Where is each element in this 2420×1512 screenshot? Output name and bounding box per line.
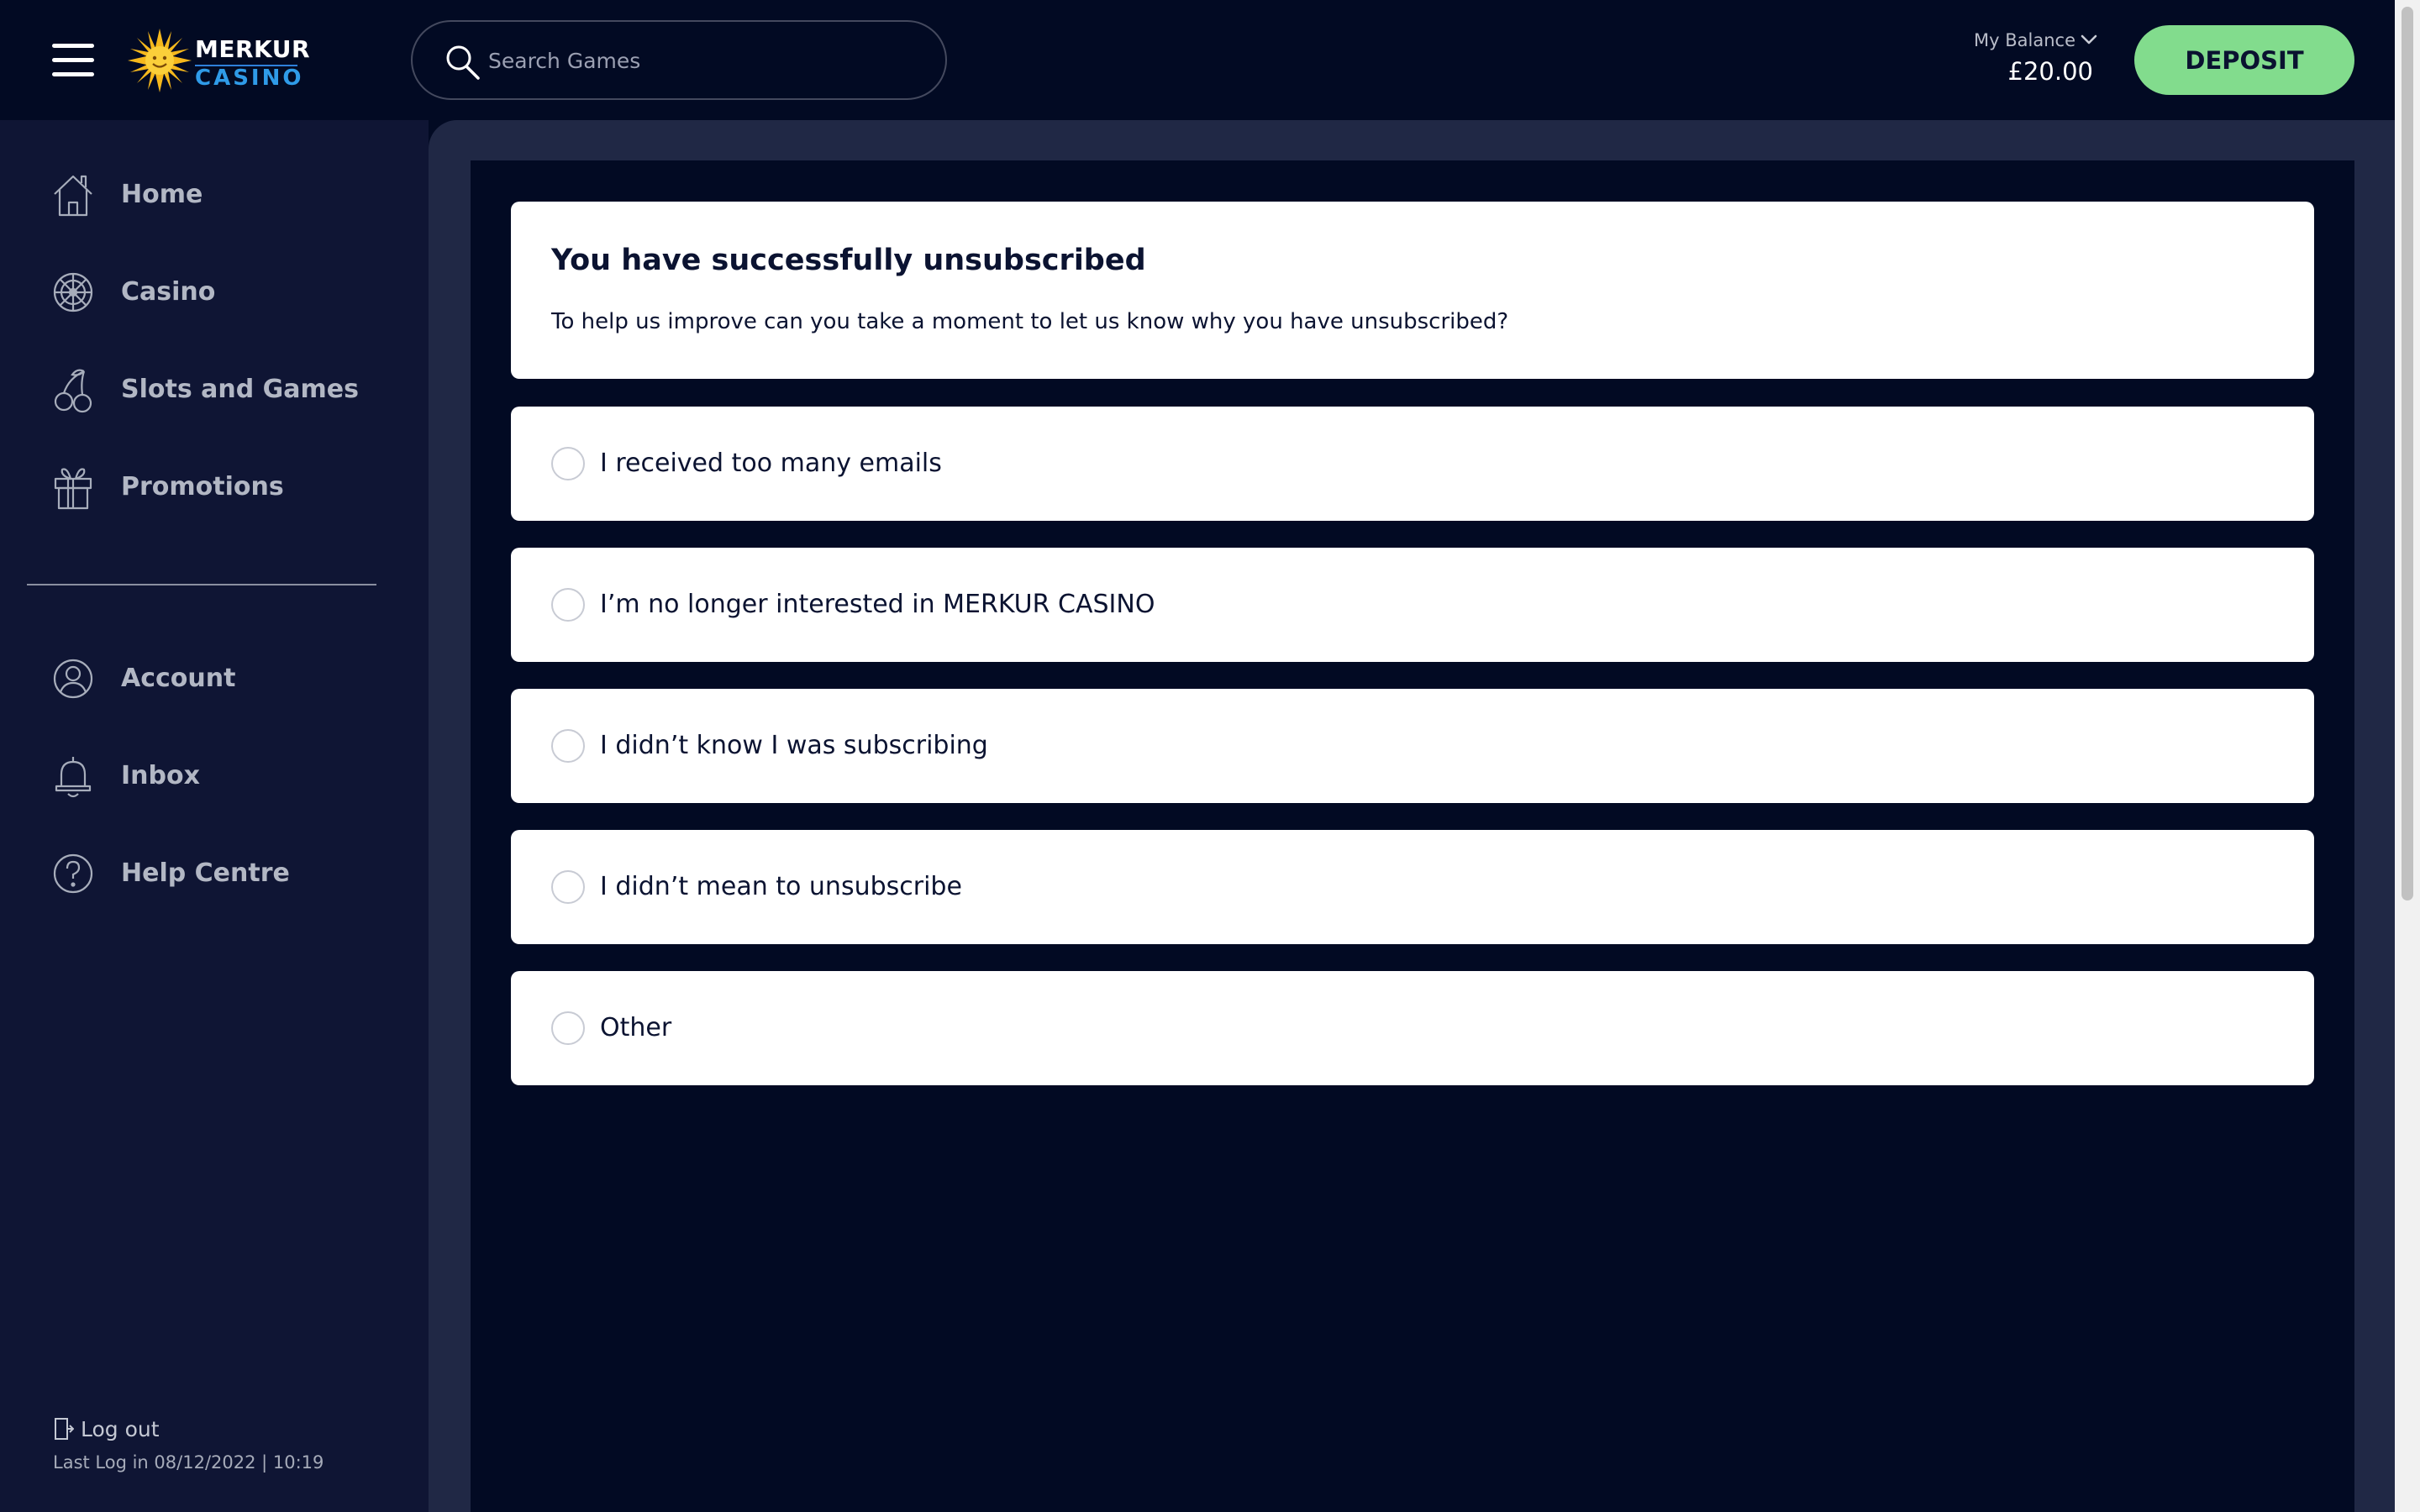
radio-button[interactable] <box>551 588 585 622</box>
logo-wordmark-bottom: CASINO <box>195 66 304 91</box>
sidebar-item-slots-and-games[interactable]: Slots and Games <box>52 356 405 423</box>
radio-button[interactable] <box>551 870 585 904</box>
question-icon <box>53 853 93 894</box>
search-bar[interactable] <box>411 20 947 100</box>
gift-icon <box>54 468 92 510</box>
unsubscribe-confirmation-card: You have successfully unsubscribed To he… <box>511 202 2314 379</box>
sun-logo-icon <box>128 29 192 92</box>
page-title: You have successfully unsubscribed <box>551 244 1146 277</box>
deposit-button[interactable]: DEPOSIT <box>2134 25 2354 95</box>
logout-icon <box>55 1418 74 1440</box>
top-bar: MERKUR CASINO My Balance £20.00 DEPOSIT <box>0 0 2395 120</box>
last-login-text: Last Log in 08/12/2022 | 10:19 <box>53 1452 324 1473</box>
reason-option-label: I received too many emails <box>600 449 942 478</box>
sidebar: Home Casino Slots and Games Promotions A… <box>0 120 429 1512</box>
reason-option-label: I didn’t mean to unsubscribe <box>600 872 962 901</box>
logout-label: Log out <box>81 1417 160 1441</box>
bell-icon <box>55 757 92 798</box>
sidebar-item-label: Help Centre <box>121 858 290 888</box>
sidebar-item-promotions[interactable]: Promotions <box>52 454 405 521</box>
sidebar-item-label: Casino <box>121 277 216 307</box>
sidebar-item-label: Slots and Games <box>121 375 359 404</box>
reason-option[interactable]: I received too many emails <box>511 407 2314 521</box>
reason-option[interactable]: I’m no longer interested in MERKUR CASIN… <box>511 548 2314 662</box>
cherries-icon <box>54 369 92 413</box>
radio-button[interactable] <box>551 447 585 480</box>
reason-option[interactable]: Other <box>511 971 2314 1085</box>
radio-button[interactable] <box>551 1011 585 1045</box>
merkur-casino-logo[interactable]: MERKUR CASINO <box>128 29 310 92</box>
reason-option-label: I didn’t know I was subscribing <box>600 731 988 760</box>
sidebar-divider <box>27 584 376 585</box>
page-subtitle: To help us improve can you take a moment… <box>551 309 1509 334</box>
reason-option[interactable]: I didn’t mean to unsubscribe <box>511 830 2314 944</box>
reason-option-label: Other <box>600 1013 672 1042</box>
search-input[interactable] <box>488 37 925 84</box>
balance-amount: £20.00 <box>2007 57 2093 86</box>
page-scrollbar[interactable] <box>2395 0 2420 1512</box>
balance-label: My Balance <box>1974 30 2075 50</box>
sidebar-item-casino[interactable]: Casino <box>52 259 405 326</box>
menu-icon[interactable] <box>52 42 94 77</box>
sidebar-item-account[interactable]: Account <box>52 645 405 712</box>
radio-button[interactable] <box>551 729 585 763</box>
chevron-down-icon <box>2081 34 2097 45</box>
sidebar-item-inbox[interactable]: Inbox <box>52 743 405 810</box>
reason-option[interactable]: I didn’t know I was subscribing <box>511 689 2314 803</box>
balance-dropdown[interactable]: My Balance £20.00 <box>1958 25 2101 92</box>
page: MERKUR CASINO My Balance £20.00 DEPOSIT <box>0 0 2420 1512</box>
sidebar-item-label: Account <box>121 664 236 693</box>
user-icon <box>53 659 93 699</box>
scrollbar-thumb[interactable] <box>2402 7 2413 900</box>
sidebar-item-label: Home <box>121 180 203 209</box>
search-icon <box>446 45 480 80</box>
sidebar-item-label: Inbox <box>121 761 200 790</box>
logo-wordmark-top: MERKUR <box>195 35 311 63</box>
sidebar-item-help-centre[interactable]: Help Centre <box>52 840 405 907</box>
sidebar-item-home[interactable]: Home <box>52 161 405 228</box>
logout-link[interactable]: Log out <box>52 1414 220 1447</box>
sidebar-item-label: Promotions <box>121 472 284 501</box>
roulette-icon <box>53 272 93 312</box>
reason-option-label: I’m no longer interested in MERKUR CASIN… <box>600 590 1155 619</box>
home-icon <box>54 175 92 217</box>
